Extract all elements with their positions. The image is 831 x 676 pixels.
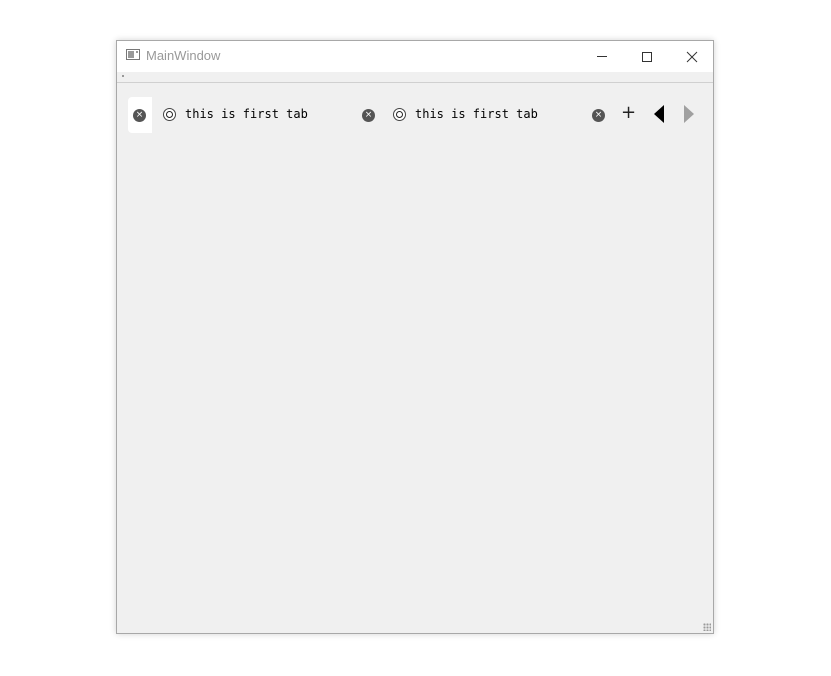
minimize-icon: [597, 56, 607, 57]
size-grip[interactable]: [703, 623, 711, 631]
tab-label: this is first tab: [415, 107, 538, 121]
tab-bar: × this is first tab × this is first tab …: [117, 95, 713, 135]
maximize-button[interactable]: [624, 41, 670, 72]
close-button[interactable]: [669, 41, 715, 72]
title-bar[interactable]: MainWindow: [117, 41, 713, 72]
scroll-right-icon[interactable]: [684, 105, 694, 123]
tab-partial[interactable]: ×: [128, 97, 152, 133]
scroll-left-icon[interactable]: [654, 105, 664, 123]
close-circle-icon[interactable]: ×: [362, 109, 375, 122]
tab-label: this is first tab: [185, 107, 308, 121]
tab-item[interactable]: this is first tab ×: [158, 97, 388, 133]
menu-bar: [117, 72, 713, 83]
gear-circle-icon: [393, 108, 406, 121]
add-tab-button[interactable]: +: [621, 103, 636, 123]
app-window-icon: [126, 49, 140, 60]
window-title: MainWindow: [146, 48, 221, 63]
minimize-button[interactable]: [579, 41, 625, 72]
gear-circle-icon: [163, 108, 176, 121]
close-icon: [686, 51, 698, 62]
maximize-icon: [642, 51, 652, 62]
close-circle-icon[interactable]: ×: [133, 109, 146, 122]
close-circle-icon[interactable]: ×: [592, 109, 605, 122]
main-window: MainWindow × this is first tab × this is…: [116, 40, 714, 634]
tab-item[interactable]: this is first tab ×: [388, 97, 618, 133]
menu-bar-handle: [122, 75, 124, 77]
